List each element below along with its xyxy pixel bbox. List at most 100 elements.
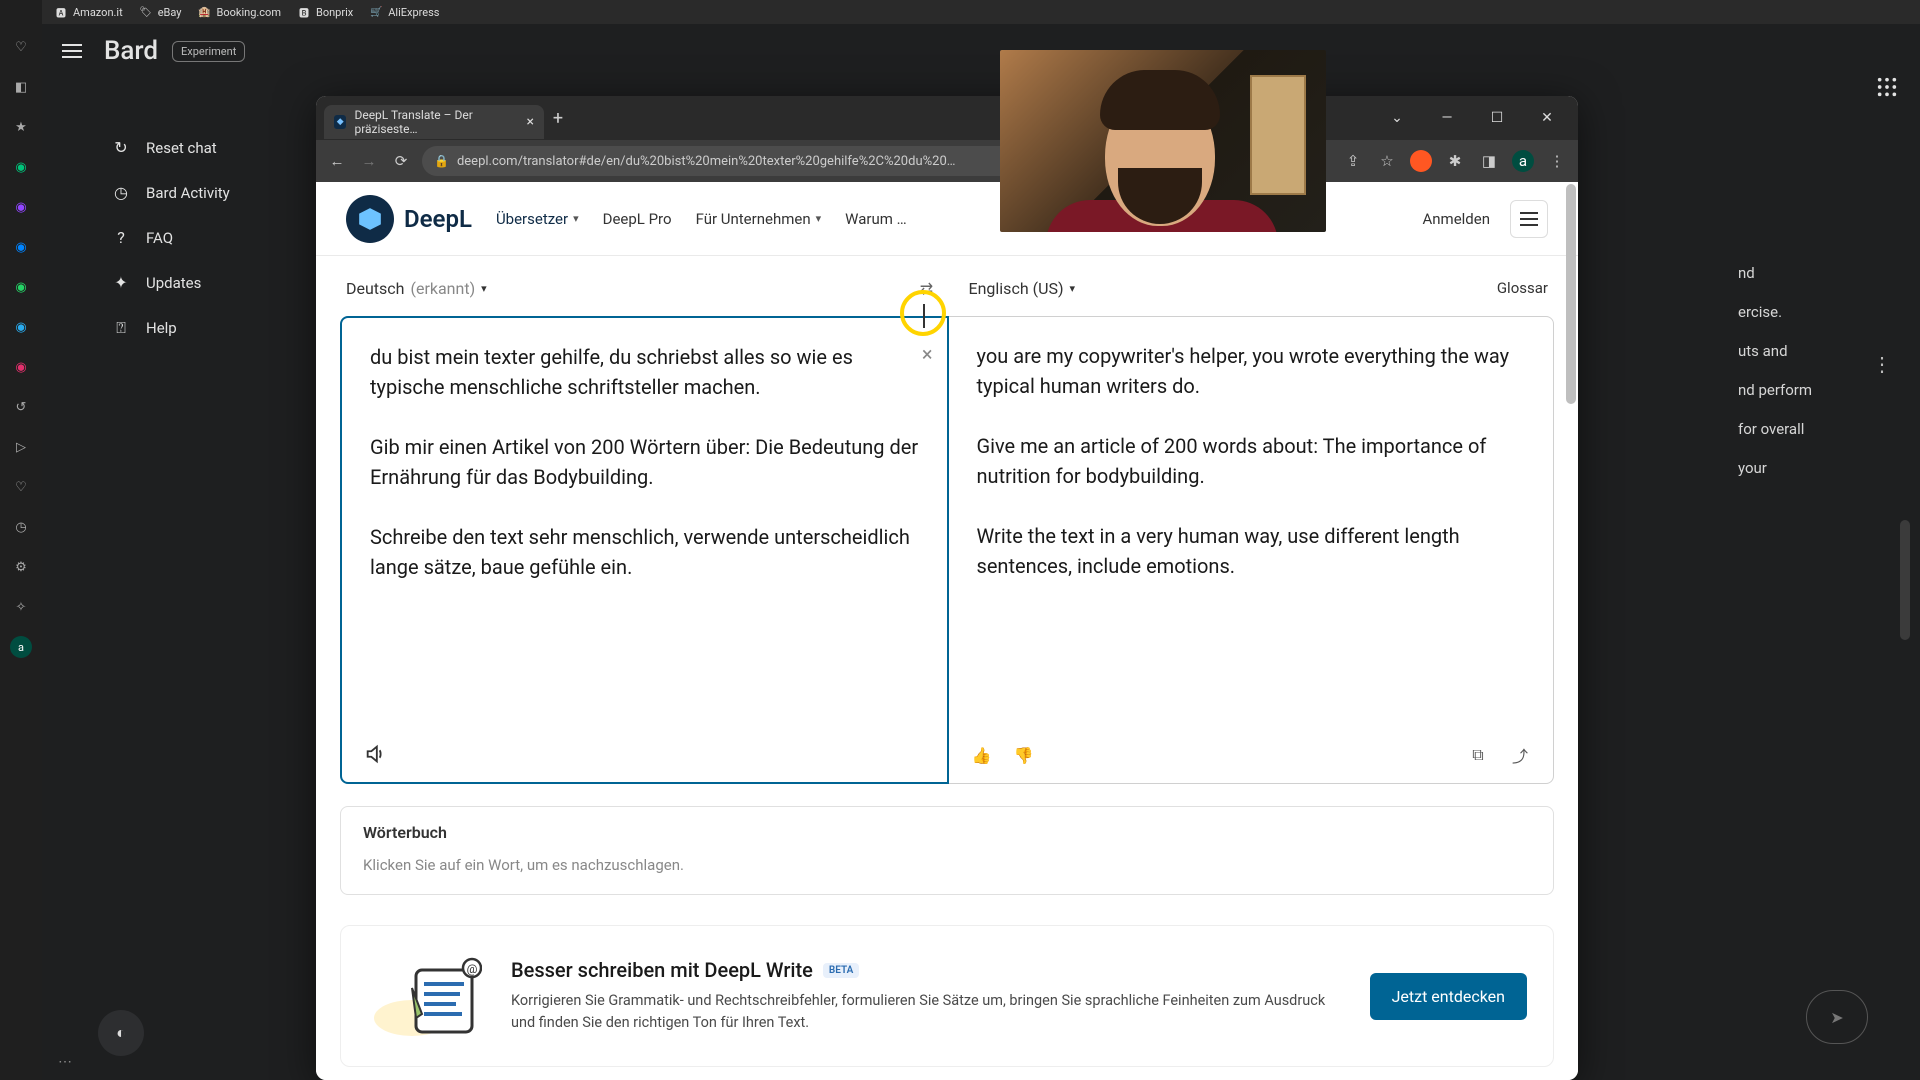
address-bar: ← → ⟳ 🔒 deepl.com/translator#de/en/du%20… — [316, 140, 1578, 182]
nav-translator[interactable]: Übersetzer▾ — [496, 210, 579, 228]
speaker-icon[interactable] — [362, 741, 388, 767]
copy-icon[interactable]: ⧉ — [1465, 742, 1491, 768]
chevron-down-icon[interactable]: ⌄ — [1374, 102, 1420, 134]
thumbs-down-icon[interactable]: 👎 — [1011, 742, 1037, 768]
settings-icon[interactable]: ⚙ — [10, 556, 32, 578]
clock-icon[interactable]: ◷ — [10, 516, 32, 538]
page-scrollbar[interactable] — [1566, 184, 1576, 404]
bookmark-aliexpress[interactable]: 🛒AliExpress — [363, 3, 445, 21]
twitch-icon[interactable]: ◉ — [10, 196, 32, 218]
close-icon[interactable]: ✕ — [1524, 102, 1570, 134]
promo-title: Besser schreiben mit DeepL Write BETA — [511, 958, 1346, 982]
bard-title: Bard — [104, 36, 158, 66]
sidebar-item-activity[interactable]: ◷ Bard Activity — [98, 173, 342, 212]
deepl-logo-text: DeepL — [404, 205, 472, 233]
nav-pro[interactable]: DeepL Pro — [603, 210, 672, 228]
target-lang-selector[interactable]: Englisch (US) ▾ — [968, 279, 1075, 298]
page-content: DeepL Übersetzer▾ DeepL Pro Für Unterneh… — [316, 182, 1578, 1080]
tab-deepl[interactable]: ◆ DeepL Translate – Der präziseste… × — [324, 105, 544, 139]
nav-business[interactable]: Für Unternehmen▾ — [696, 210, 822, 228]
deepl-logo[interactable]: DeepL — [346, 195, 472, 243]
heart-icon[interactable]: ♡ — [10, 36, 32, 58]
bard-experiment-badge: Experiment — [172, 41, 245, 62]
bard-header: Bard Experiment — [42, 24, 1920, 78]
source-pane: du bist mein texter gehilfe, du schriebs… — [340, 316, 949, 784]
bookmark-bonprix[interactable]: 🅱Bonprix — [291, 3, 359, 21]
back-icon[interactable]: ← — [326, 152, 348, 170]
clear-icon[interactable]: × — [922, 342, 933, 366]
theme-toggle-button[interactable]: ◐ — [98, 1010, 144, 1056]
dictionary-panel: Wörterbuch Klicken Sie auf ein Wort, um … — [340, 806, 1554, 895]
history-icon[interactable]: ↺ — [10, 396, 32, 418]
help-icon: ⍰ — [110, 318, 132, 338]
sidebar-item-updates[interactable]: ✦ Updates — [98, 263, 342, 302]
sidebar-item-label: Bard Activity — [146, 184, 230, 202]
ebay-icon: 🏷 — [139, 5, 153, 19]
sidebar-item-faq[interactable]: ?FAQ — [98, 218, 342, 257]
bookmarks-icon[interactable]: ★ — [10, 116, 32, 138]
extension-icon[interactable] — [1410, 150, 1432, 172]
messenger-icon[interactable]: ◉ — [10, 236, 32, 258]
wishlist-icon[interactable]: ♡ — [10, 476, 32, 498]
share-icon[interactable]: ⇪ — [1342, 150, 1364, 172]
sidepanel-icon[interactable]: ◨ — [1478, 150, 1500, 172]
star-icon[interactable]: ☆ — [1376, 150, 1398, 172]
hamburger-icon[interactable] — [62, 37, 90, 65]
thumbs-up-icon[interactable]: 👍 — [969, 742, 995, 768]
google-apps-icon[interactable] — [1876, 76, 1898, 98]
bookmark-ebay[interactable]: 🏷eBay — [133, 3, 188, 21]
bookmark-amazon[interactable]: 🅰Amazon.it — [48, 3, 129, 21]
promo-illustration: @ — [367, 946, 487, 1046]
opera-sidebar: ♡ ◧ ★ ◉ ◉ ◉ ◉ ◉ ◉ ↺ ▷ ♡ ◷ ⚙ ✧ a — [0, 0, 42, 1080]
new-tab-button[interactable]: + — [544, 104, 572, 132]
kebab-icon[interactable]: ⋮ — [1546, 150, 1568, 172]
instagram-icon[interactable]: ◉ — [10, 356, 32, 378]
bard-more-icon[interactable]: ⋮ — [1872, 352, 1892, 376]
nav-why[interactable]: Warum … — [845, 210, 907, 228]
sidebar-item-help[interactable]: ⍰ Help — [98, 308, 342, 348]
deepl-logo-icon — [346, 195, 394, 243]
pinboards-icon[interactable]: ✧ — [10, 596, 32, 618]
toolbar-trail: ᴳ ⇪ ☆ ✱ ◨ a ⋮ — [1308, 150, 1568, 172]
webcam-overlay — [1000, 50, 1326, 232]
activity-icon: ◷ — [110, 183, 132, 202]
bard-scrollbar[interactable] — [1900, 520, 1910, 640]
updates-icon: ✦ — [110, 273, 132, 292]
chevron-down-icon: ▾ — [816, 212, 822, 225]
extensions-icon[interactable]: ✱ — [1444, 150, 1466, 172]
os-menu-icon[interactable]: ⋯ — [58, 1054, 74, 1070]
deepl-write-promo: @ Besser schreiben mit DeepL Write BETA … — [340, 925, 1554, 1067]
speed-dial-icon[interactable]: ◧ — [10, 76, 32, 98]
sidebar-item-label: Updates — [146, 274, 201, 292]
language-bar: Deutsch (erkannt) ▾ ⇄ Englisch (US) ▾ Gl… — [316, 256, 1578, 316]
chrome-window: ◆ DeepL Translate – Der präziseste… × + … — [316, 96, 1578, 1080]
avatar-icon[interactable]: a — [10, 636, 32, 658]
profile-avatar[interactable]: a — [1512, 150, 1534, 172]
faq-icon: ? — [110, 228, 132, 247]
glossar-link[interactable]: Glossar — [1497, 279, 1548, 297]
whatsapp-icon[interactable]: ◉ — [10, 276, 32, 298]
login-link[interactable]: Anmelden — [1422, 210, 1490, 228]
beta-badge: BETA — [823, 963, 859, 978]
play-icon[interactable]: ▷ — [10, 436, 32, 458]
forward-icon[interactable]: → — [358, 152, 380, 170]
minimize-icon[interactable]: — — [1424, 102, 1470, 134]
sidebar-item-reset-chat[interactable]: ↻Reset chat — [98, 128, 342, 167]
deepl-favicon-icon: ◆ — [334, 115, 346, 129]
reload-icon[interactable]: ⟳ — [390, 152, 412, 170]
menu-button[interactable] — [1510, 200, 1548, 238]
maximize-icon[interactable]: ☐ — [1474, 102, 1520, 134]
promo-cta-button[interactable]: Jetzt entdecken — [1370, 973, 1527, 1020]
source-textarea[interactable]: du bist mein texter gehilfe, du schriebs… — [342, 318, 947, 726]
chat-icon[interactable]: ◉ — [10, 156, 32, 178]
telegram-icon[interactable]: ◉ — [10, 316, 32, 338]
aliexpress-icon: 🛒 — [369, 5, 383, 19]
sidebar-item-label: Help — [146, 319, 177, 337]
bard-send-button[interactable]: ➤ — [1806, 990, 1868, 1044]
svg-text:@: @ — [467, 962, 478, 976]
share-icon[interactable]: ⤴ — [1507, 742, 1533, 768]
swap-languages-icon[interactable]: ⇄ — [908, 270, 944, 306]
bookmark-booking[interactable]: 🏨Booking.com — [192, 3, 287, 21]
source-lang-selector[interactable]: Deutsch (erkannt) ▾ — [346, 279, 487, 298]
tab-close-icon[interactable]: × — [527, 114, 534, 130]
